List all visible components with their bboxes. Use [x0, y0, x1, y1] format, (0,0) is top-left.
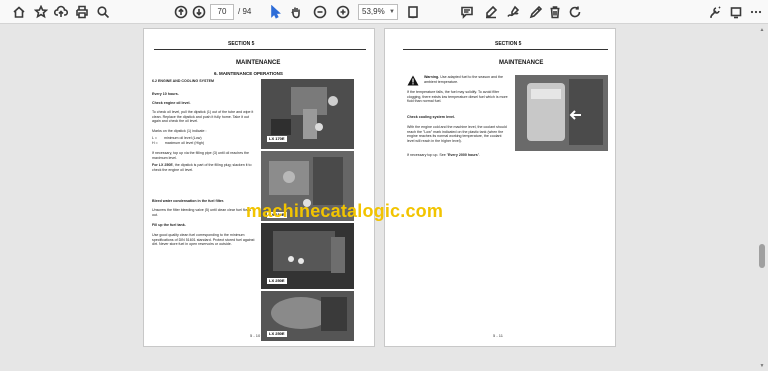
- zoom-out-icon[interactable]: [311, 3, 329, 21]
- scroll-up-icon[interactable]: ▲: [758, 27, 766, 33]
- page-view-icon[interactable]: [404, 3, 422, 21]
- page-number-input[interactable]: 70: [210, 4, 234, 20]
- paragraph: Marks on the dipstick (1) indicate :: [152, 129, 207, 133]
- home-icon[interactable]: [10, 3, 28, 21]
- photo-label: LX 250E: [267, 331, 287, 337]
- comment-icon[interactable]: [458, 3, 476, 21]
- warning-label: Warning.: [424, 75, 440, 79]
- draw-icon[interactable]: [527, 3, 545, 21]
- paragraph-text: If necessary top up. See ": [407, 153, 449, 157]
- page-footer: 5 - 11: [493, 333, 503, 338]
- paragraph: To check oil level, pull the dipstick (1…: [152, 110, 254, 124]
- share-icon[interactable]: [727, 3, 745, 21]
- toolbar: 70 / 94 53,9% ▼: [0, 0, 768, 24]
- delete-icon[interactable]: [546, 3, 564, 21]
- highlight-icon[interactable]: [482, 3, 500, 21]
- dipstick-high-value: maximum oil level (High): [164, 141, 205, 145]
- paragraph: Use good quality clean fuel correspondin…: [152, 233, 255, 247]
- warning-icon: [407, 75, 419, 86]
- photo-label: LX 250E: [267, 278, 287, 284]
- interval-reference: Every 2000 hours: [448, 153, 478, 157]
- page-left: SECTION 5 MAINTENANCE 6. MAINTENANCE OPE…: [143, 28, 375, 347]
- coolant-tank-photo: [515, 75, 608, 151]
- paragraph: If necessary, top up via the filling pip…: [152, 151, 250, 160]
- sign-icon[interactable]: [504, 3, 522, 21]
- page-title: MAINTENANCE: [236, 60, 281, 66]
- divider: [403, 49, 608, 50]
- zoom-level-select[interactable]: 53,9% ▼: [358, 4, 398, 20]
- watermark: machinecatalogic.com: [246, 201, 444, 221]
- fill-tank-heading: Fill up the fuel tank.: [152, 223, 186, 227]
- upload-icon[interactable]: [52, 3, 70, 21]
- paragraph-text: ".: [477, 153, 481, 157]
- chevron-down-icon: ▼: [389, 9, 395, 15]
- dipstick-low-value: minimum oil level (Low): [163, 136, 202, 140]
- dipstick-high: H = maximum oil level (High): [152, 141, 256, 146]
- section-title: SECTION 5: [495, 41, 522, 47]
- paragraph: If the temperature falls, the fuel may s…: [407, 90, 508, 104]
- model-name: For LX 250E: [152, 163, 173, 167]
- engine-photo: LX 250E: [261, 291, 354, 341]
- more-icon[interactable]: [747, 3, 765, 21]
- interval-heading: Every 10 hours.: [152, 92, 179, 96]
- engine-photo: LX 170E: [261, 79, 354, 149]
- divider: [154, 49, 366, 50]
- page-footer: 5 - 10: [250, 333, 261, 338]
- search-icon[interactable]: [94, 3, 112, 21]
- scroll-down-icon[interactable]: ▼: [758, 363, 766, 369]
- document-viewer[interactable]: SECTION 5 MAINTENANCE 6. MAINTENANCE OPE…: [0, 24, 768, 371]
- page-right: SECTION 5 MAINTENANCE Warning. Use adapt…: [384, 28, 616, 347]
- section-title: SECTION 5: [228, 41, 255, 47]
- engine-photo: LX 250E: [261, 223, 354, 289]
- scroll-thumb[interactable]: [759, 244, 765, 268]
- next-page-icon[interactable]: [190, 3, 208, 21]
- page-subtitle: 6. MAINTENANCE OPERATIONS: [214, 71, 283, 76]
- paragraph: For LX 250E, the dipstick is part of the…: [152, 163, 256, 172]
- paragraph: With the engine cold and the machine lev…: [407, 125, 507, 143]
- hand-icon[interactable]: [287, 3, 305, 21]
- coolant-tank-photo-image: [515, 75, 608, 151]
- check-oil-heading: Check engine oil level.: [152, 101, 191, 105]
- section-heading: 6.2 ENGINE AND COOLING SYSTEM: [152, 79, 214, 83]
- dipstick-low: L = minimum oil level (Low): [152, 136, 256, 141]
- rotate-icon[interactable]: [566, 3, 584, 21]
- paragraph: Unscrew the filter bleeding valve (5) un…: [152, 208, 252, 217]
- zoom-level-value: 53,9%: [362, 7, 385, 16]
- coolant-heading: Check cooling system level.: [407, 115, 455, 119]
- dipstick-low-label: L =: [152, 136, 157, 140]
- paragraph: If necessary top up. See "Every 2000 hou…: [407, 153, 509, 158]
- zoom-in-icon[interactable]: [334, 3, 352, 21]
- page-title: MAINTENANCE: [499, 60, 544, 66]
- print-icon[interactable]: [73, 3, 91, 21]
- vertical-scrollbar[interactable]: ▲ ▼: [758, 24, 766, 371]
- dipstick-high-label: H =: [152, 141, 158, 145]
- photo-label: LX 170E: [267, 136, 287, 142]
- warning-text: Warning. Use adapted fuel to the season …: [424, 75, 510, 84]
- bookmark-star-icon[interactable]: [32, 3, 50, 21]
- prev-page-icon[interactable]: [172, 3, 190, 21]
- bleed-heading: Bleed water condensation in the fuel fil…: [152, 199, 225, 203]
- select-cursor-icon[interactable]: [266, 3, 284, 21]
- page-total: / 94: [238, 7, 252, 16]
- tools-icon[interactable]: [706, 3, 724, 21]
